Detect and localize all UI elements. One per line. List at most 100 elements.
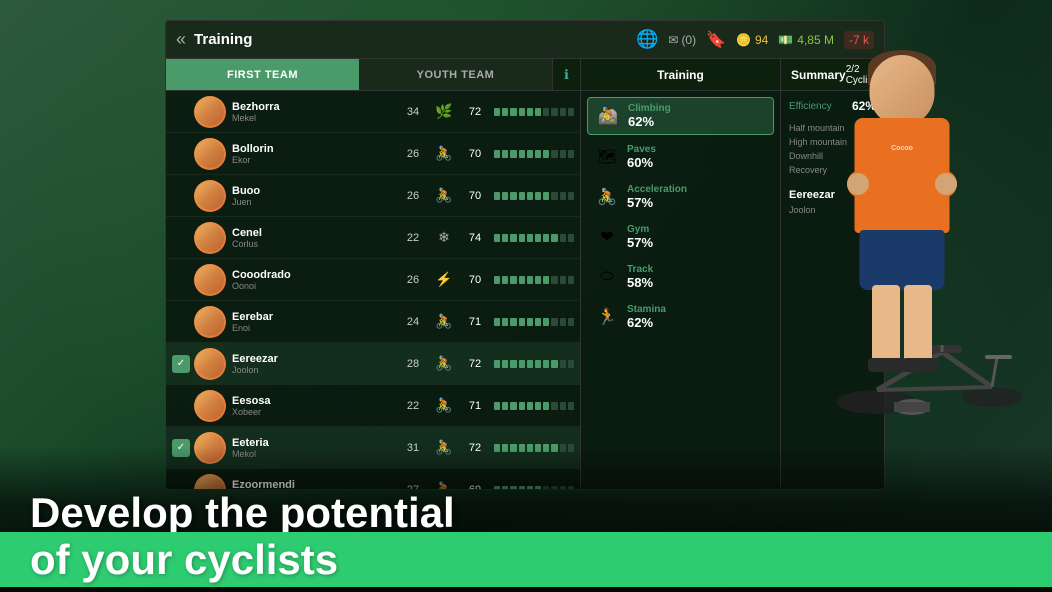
- cyclist-rating: 72: [464, 106, 486, 118]
- check-empty: [172, 271, 190, 289]
- cyclist-row[interactable]: BuooJuen26🚴70: [166, 175, 580, 217]
- check-empty: [172, 397, 190, 415]
- cyclist-surname: Mekel: [232, 113, 398, 123]
- cyclist-row[interactable]: CenelCorlus22❄74: [166, 217, 580, 259]
- training-text-block: Acceleration57%: [627, 184, 687, 210]
- efficiency-label: Efficiency: [789, 101, 832, 112]
- rating-bar: [494, 108, 574, 116]
- info-tab[interactable]: ℹ: [552, 59, 580, 90]
- avatar: [194, 96, 226, 128]
- cyclist-name: Buoo: [232, 185, 398, 197]
- training-panel: Training 🚵Climbing62%🗺Paves60%🚴Accelerat…: [581, 59, 781, 489]
- bar-segment: [527, 318, 533, 326]
- bar-segment: [519, 402, 525, 410]
- cyclist-name-block: BuooJuen: [232, 185, 398, 207]
- bar-segment: [568, 150, 574, 158]
- cyclist-rating: 71: [464, 316, 486, 328]
- cyclist-list: BezhorraMekel34🌿72BollorinEkor26🚴70BuooJ…: [166, 91, 580, 489]
- training-name: Climbing: [628, 103, 671, 114]
- avatar: [194, 222, 226, 254]
- globe-icon[interactable]: 🌐: [636, 29, 658, 50]
- bar-segment: [535, 234, 541, 242]
- cyclist-row[interactable]: BollorinEkor26🚴70: [166, 133, 580, 175]
- tagline-line2: of your cyclists: [30, 536, 338, 584]
- bar-segment: [535, 318, 541, 326]
- youth-team-tab[interactable]: YOUTH TEAM: [359, 59, 552, 90]
- bar-segment: [502, 234, 508, 242]
- cyclist-surname: Joolon: [232, 365, 398, 375]
- summary-content: Efficiency 62% Half mountainHigh mountai…: [781, 91, 884, 489]
- cyclist-summary-sub: Joolon: [789, 205, 876, 215]
- check-empty: [172, 187, 190, 205]
- bar-segment: [494, 150, 500, 158]
- cyclist-row[interactable]: EesosaXobeer22🚴71: [166, 385, 580, 427]
- training-pct: 60%: [627, 155, 656, 170]
- rating-bar: [494, 192, 574, 200]
- stat-row: High mountain: [789, 135, 876, 149]
- training-item[interactable]: 🚴Acceleration57%: [587, 179, 774, 215]
- cyclist-row[interactable]: EerebarEnoi24🚴71: [166, 301, 580, 343]
- bar-segment: [519, 108, 525, 116]
- cyclist-name-block: EerebarEnoi: [232, 311, 398, 333]
- training-item[interactable]: 🚵Climbing62%: [587, 97, 774, 135]
- cyclist-name: Cenel: [232, 227, 398, 239]
- cyclist-row[interactable]: CooodradoOonoi26⚡70: [166, 259, 580, 301]
- cyclist-name-block: EereezarJoolon: [232, 353, 398, 375]
- bar-segment: [510, 276, 516, 284]
- bar-segment: [551, 150, 557, 158]
- specialty-icon: 🌿: [432, 100, 456, 124]
- rating-bar: [494, 234, 574, 242]
- cyclist-surname: Enoi: [232, 323, 398, 333]
- bar-segment: [543, 276, 549, 284]
- cyclist-row[interactable]: BezhorraMekel34🌿72: [166, 91, 580, 133]
- training-item[interactable]: ❤Gym57%: [587, 219, 774, 255]
- tagline-line1: Develop the potential: [30, 489, 455, 537]
- bar-segment: [519, 360, 525, 368]
- training-pct: 58%: [627, 275, 653, 290]
- cyclist-surname: Oonoi: [232, 281, 398, 291]
- bar-segment: [543, 150, 549, 158]
- training-text-block: Paves60%: [627, 144, 656, 170]
- cyclist-name: Bezhorra: [232, 101, 398, 113]
- training-pct: 57%: [627, 235, 653, 250]
- training-name: Track: [627, 264, 653, 275]
- cyclist-age: 26: [402, 274, 424, 286]
- back-icon[interactable]: «: [176, 29, 186, 50]
- bar-segment: [560, 360, 566, 368]
- bar-segment: [527, 192, 533, 200]
- rating-bar: [494, 318, 574, 326]
- training-item[interactable]: ⬭Track58%: [587, 259, 774, 295]
- avatar: [194, 264, 226, 296]
- stat-rows: Half mountainHigh mountainDownhillRecove…: [789, 121, 876, 177]
- bar-segment: [568, 192, 574, 200]
- bar-segment: [551, 108, 557, 116]
- bar-segment: [502, 150, 508, 158]
- cyclist-name-block: CenelCorlus: [232, 227, 398, 249]
- cyclist-rating: 72: [464, 358, 486, 370]
- bar-segment: [510, 360, 516, 368]
- first-team-tab[interactable]: FIRST TEAM: [166, 59, 359, 90]
- content-area: FIRST TEAM YOUTH TEAM ℹ BezhorraMekel34🌿…: [166, 59, 884, 489]
- bar-segment: [494, 402, 500, 410]
- cyclist-name: Bollorin: [232, 143, 398, 155]
- game-window: « Training 🌐 ✉ (0) 🔖 🪙 94 💵 4,85 M -7 k …: [165, 20, 885, 490]
- mail-badge[interactable]: ✉ (0): [668, 33, 696, 47]
- training-name: Paves: [627, 144, 656, 155]
- bar-segment: [510, 234, 516, 242]
- bar-segment: [527, 108, 533, 116]
- roster-panel: FIRST TEAM YOUTH TEAM ℹ BezhorraMekel34🌿…: [166, 59, 581, 489]
- training-item[interactable]: 🏃Stamina62%: [587, 299, 774, 335]
- training-text-block: Stamina62%: [627, 304, 666, 330]
- bar-segment: [510, 192, 516, 200]
- specialty-icon: 🚴: [432, 310, 456, 334]
- avatar: [194, 180, 226, 212]
- stat-label: High mountain: [789, 137, 847, 147]
- training-item[interactable]: 🗺Paves60%: [587, 139, 774, 175]
- cyclist-name: Eesosa: [232, 395, 398, 407]
- bookmark-icon[interactable]: 🔖: [706, 30, 726, 50]
- training-text-block: Track58%: [627, 264, 653, 290]
- bar-segment: [494, 318, 500, 326]
- cyclist-row[interactable]: ✓EereezarJoolon28🚴72: [166, 343, 580, 385]
- rating-bar: [494, 402, 574, 410]
- stat-row: Half mountain: [789, 121, 876, 135]
